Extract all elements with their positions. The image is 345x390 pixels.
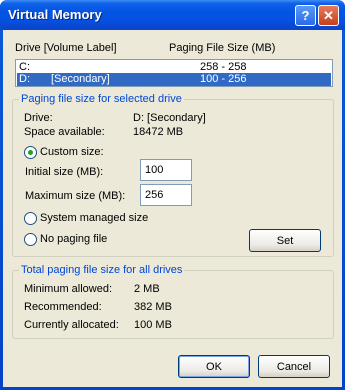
maximum-size-input[interactable]: 256 <box>140 184 192 206</box>
maximum-size-label: Maximum size (MB): <box>25 190 126 202</box>
drive-list[interactable]: C: 258 - 258 D: [Secondary] 100 - 256 <box>15 59 333 87</box>
set-button[interactable]: Set <box>249 229 321 252</box>
size-column-header: Paging File Size (MB) <box>169 42 276 54</box>
minimum-allowed-label: Minimum allowed: <box>24 283 113 295</box>
custom-size-label[interactable]: Custom size: <box>40 146 104 158</box>
system-managed-radio[interactable] <box>24 212 37 225</box>
set-button-label: Set <box>276 234 294 247</box>
drive-volume-label: [Secondary] <box>51 73 110 85</box>
drive-size: 100 - 256 <box>200 73 247 85</box>
close-icon: ✕ <box>323 7 334 23</box>
cancel-button[interactable]: Cancel <box>258 355 330 378</box>
ok-button-label: OK <box>206 360 222 373</box>
system-managed-label[interactable]: System managed size <box>40 212 148 224</box>
drive-letter: D: <box>19 73 30 85</box>
drive-label: Drive: <box>24 112 53 124</box>
cancel-button-label: Cancel <box>276 360 312 373</box>
currently-allocated-value: 100 MB <box>134 319 172 331</box>
window-title: Virtual Memory <box>8 7 102 22</box>
initial-size-label: Initial size (MB): <box>25 166 104 178</box>
drive-column-header: Drive [Volume Label] <box>15 42 117 54</box>
close-button[interactable]: ✕ <box>318 5 339 26</box>
recommended-label: Recommended: <box>24 301 102 313</box>
no-paging-file-radio[interactable] <box>24 233 37 246</box>
recommended-value: 382 MB <box>134 301 172 313</box>
title-bar[interactable]: Virtual Memory ? ✕ <box>0 0 345 30</box>
initial-size-input[interactable]: 100 <box>140 159 192 181</box>
custom-size-radio[interactable] <box>24 146 37 159</box>
help-icon: ? <box>301 8 310 23</box>
dialog-body: Drive [Volume Label] Paging File Size (M… <box>3 30 342 387</box>
minimum-allowed-value: 2 MB <box>134 283 160 295</box>
help-button[interactable]: ? <box>295 5 316 26</box>
drive-row-d[interactable]: D: [Secondary] 100 - 256 <box>17 73 331 86</box>
selected-drive-group-title: Paging file size for selected drive <box>19 93 184 105</box>
ok-button[interactable]: OK <box>178 355 250 378</box>
currently-allocated-label: Currently allocated: <box>24 319 119 331</box>
drive-value: D: [Secondary] <box>133 112 206 124</box>
totals-group-title: Total paging file size for all drives <box>19 264 185 276</box>
space-available-value: 18472 MB <box>133 126 184 138</box>
virtual-memory-window: Virtual Memory ? ✕ Drive [Volume Label] … <box>0 0 345 390</box>
no-paging-file-label[interactable]: No paging file <box>40 233 107 245</box>
space-available-label: Space available: <box>24 126 105 138</box>
